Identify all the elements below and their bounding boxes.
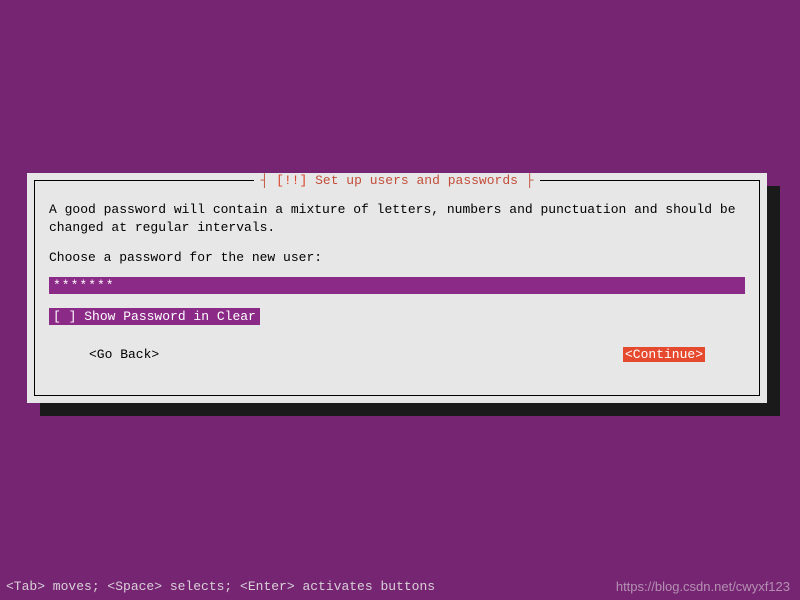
- dialog-title: ┤ [!!] Set up users and passwords ├: [254, 173, 539, 188]
- continue-button[interactable]: <Continue>: [623, 347, 705, 362]
- dialog-title-text: Set up users and passwords: [315, 173, 518, 188]
- help-text: A good password will contain a mixture o…: [49, 201, 745, 236]
- checkbox-icon: [ ]: [53, 309, 76, 324]
- password-input[interactable]: *******: [49, 277, 745, 294]
- nav-row: <Go Back> <Continue>: [49, 347, 745, 362]
- watermark: https://blog.csdn.net/cwyxf123: [616, 579, 790, 594]
- installer-dialog: ┤ [!!] Set up users and passwords ├ A go…: [27, 173, 767, 403]
- alert-icon: [!!]: [276, 173, 307, 188]
- show-password-checkbox[interactable]: [ ] Show Password in Clear: [49, 308, 260, 325]
- password-prompt: Choose a password for the new user:: [49, 250, 745, 265]
- dialog-title-wrap: ┤ [!!] Set up users and passwords ├: [35, 173, 759, 188]
- go-back-button[interactable]: <Go Back>: [89, 347, 159, 362]
- checkbox-label: Show Password in Clear: [84, 309, 256, 324]
- dialog-frame: ┤ [!!] Set up users and passwords ├ A go…: [34, 180, 760, 396]
- footer-hint: <Tab> moves; <Space> selects; <Enter> ac…: [6, 579, 435, 594]
